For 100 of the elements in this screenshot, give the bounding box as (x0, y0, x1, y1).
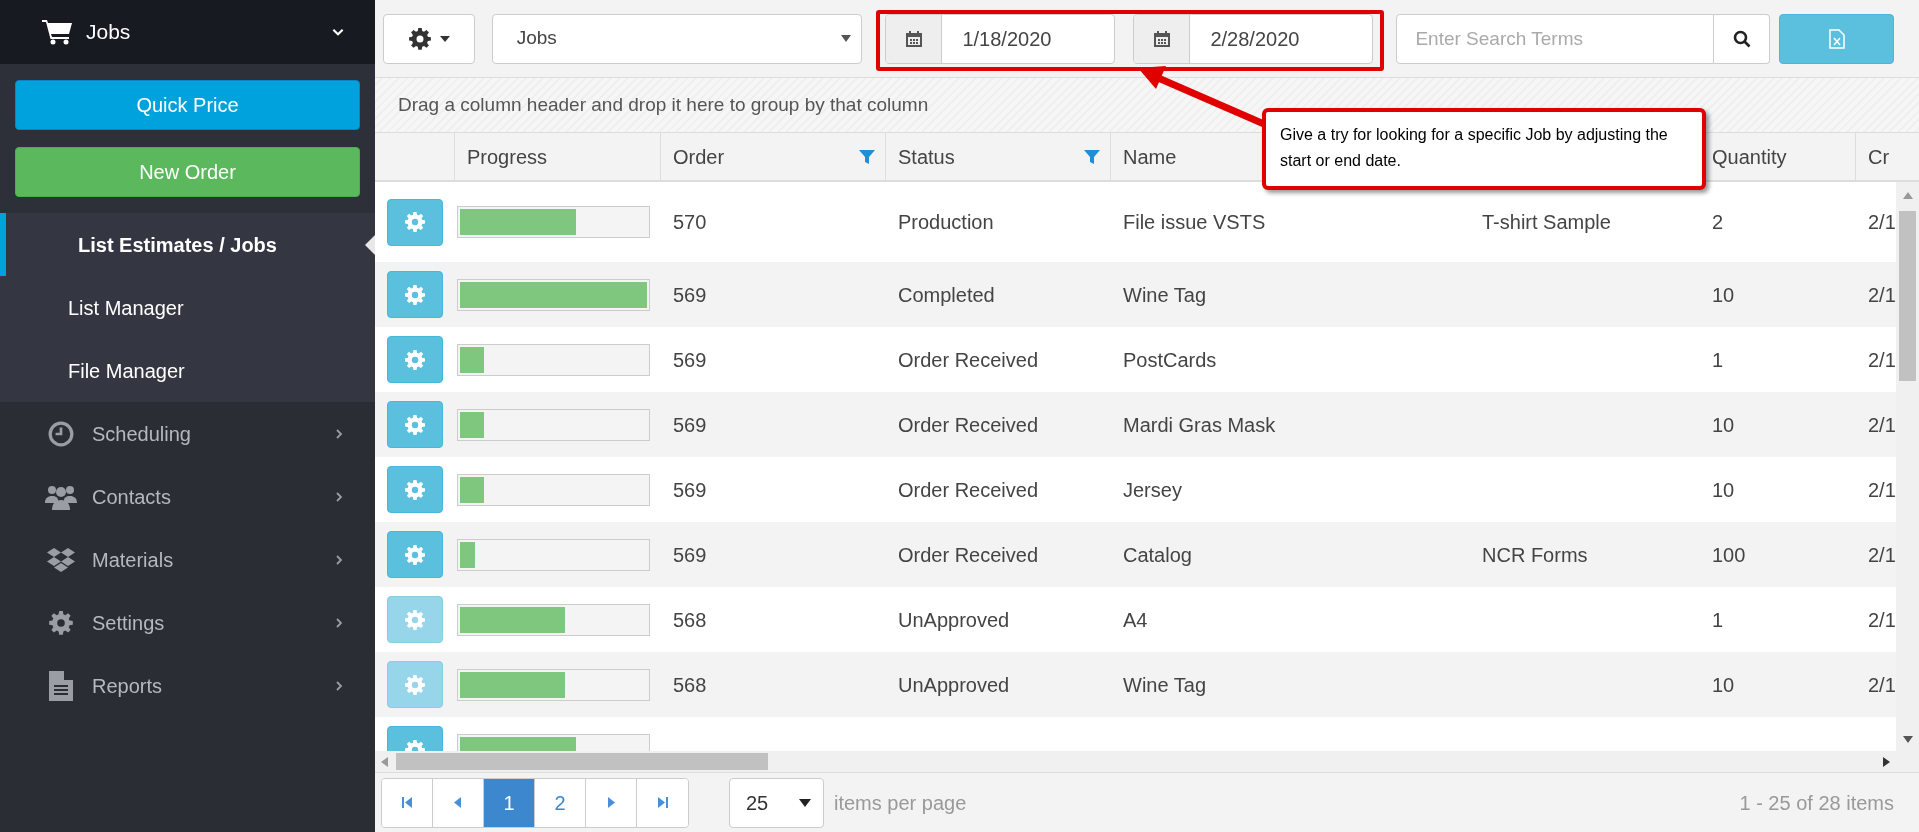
scroll-down-arrow-icon[interactable] (1902, 736, 1913, 743)
table-cell-text: 568 (673, 607, 707, 633)
table-cell-text: Jersey (1123, 477, 1182, 503)
chevron-right-icon (333, 490, 345, 503)
column-header[interactable]: Name (1123, 141, 1177, 172)
table-cell-text: Production (898, 210, 994, 235)
row-settings-button[interactable] (387, 271, 443, 318)
table-cell-text: 570 (673, 210, 707, 235)
table-cell-text: 1 (1712, 347, 1724, 373)
gear-icon (404, 478, 426, 501)
page-button[interactable]: 2 (535, 778, 586, 827)
scrollbar-thumb[interactable] (1899, 211, 1916, 381)
sidebar-item[interactable]: Scheduling (0, 402, 375, 465)
gear-icon (404, 673, 426, 696)
row-settings-button[interactable] (387, 466, 443, 513)
table-cell-text: 2/1 (1868, 477, 1896, 503)
sidebar-item-label: Settings (92, 610, 166, 636)
column-header[interactable]: Status (898, 141, 955, 172)
column-header[interactable]: Quantity (1712, 141, 1787, 172)
sidebar-item-label: Scheduling (92, 421, 192, 447)
pager-summary: 1 - 25 of 28 items (1739, 790, 1894, 816)
vertical-scrollbar[interactable] (1896, 182, 1919, 751)
table-cell-text: Order Received (898, 347, 1039, 373)
last-page-button[interactable] (637, 778, 688, 827)
submenu-item[interactable]: List Manager (0, 276, 375, 339)
row-settings-button[interactable] (387, 336, 443, 383)
previous-page-icon (452, 797, 464, 808)
page-button[interactable]: 1 (484, 778, 535, 827)
table-cell-text: 2/1 (1868, 412, 1896, 438)
scroll-right-arrow-icon[interactable] (1883, 756, 1890, 767)
settings-dropdown-button[interactable] (383, 13, 475, 64)
table-cell-text: Mardi Gras Mask (1123, 412, 1276, 438)
excel-file-icon (1828, 28, 1845, 49)
start-date-picker[interactable]: 1/18/2020 (885, 13, 1116, 64)
calendar-icon (904, 29, 923, 48)
gear-icon (404, 348, 426, 371)
table-cell-text: 568 (673, 672, 707, 698)
end-date-picker[interactable]: 2/28/2020 (1133, 13, 1374, 64)
sidebar-item[interactable]: Settings (0, 591, 375, 654)
sidebar-item-label: Contacts (92, 484, 172, 510)
sidebar-item-label: Materials (92, 547, 175, 573)
table-cell-text: 2/1 (1868, 672, 1896, 698)
chevron-right-icon (333, 553, 345, 566)
items-per-page-label: items per page (834, 790, 967, 816)
page-size-dropdown[interactable]: 25 (729, 777, 824, 828)
group-hint: Drag a column header and drop it here to group by that column (398, 92, 929, 117)
table-cell-text: T-shirt Sample (1482, 210, 1611, 235)
first-page-icon (401, 797, 413, 808)
previous-page-button[interactable] (433, 778, 484, 827)
table-cell-text: 2/1 (1868, 542, 1896, 568)
scrollbar-thumb[interactable] (396, 753, 768, 770)
gear-icon (407, 26, 432, 51)
submenu-item[interactable]: File Manager (0, 339, 375, 402)
gear-icon (404, 543, 426, 566)
table-cell-text: 569 (673, 477, 707, 503)
table-cell-text: 10 (1712, 282, 1735, 308)
row-settings-button[interactable] (387, 531, 443, 578)
caret-icon (439, 35, 450, 42)
first-page-button[interactable] (382, 778, 433, 827)
table-cell-text: File issue VSTS (1123, 210, 1266, 235)
gear-icon (404, 283, 426, 306)
table-cell-text: 10 (1712, 412, 1735, 438)
sidebar-item[interactable]: Materials (0, 528, 375, 591)
table-cell-text: Order Received (898, 412, 1039, 438)
row-settings-button[interactable] (387, 401, 443, 448)
table-cell-text: UnApproved (898, 607, 1010, 633)
document-icon (49, 670, 73, 701)
caret-icon (841, 35, 852, 42)
calendar-icon (1152, 29, 1171, 48)
sidebar-item-label: Reports (92, 673, 164, 699)
column-header[interactable]: Progress (467, 141, 548, 172)
cart-icon (42, 19, 72, 45)
box-stack-icon (47, 546, 75, 573)
view-dropdown[interactable]: Jobs (491, 13, 863, 64)
column-header[interactable]: Cr (1868, 141, 1890, 172)
clock-icon (48, 420, 74, 447)
scroll-up-arrow-icon[interactable] (1902, 192, 1913, 199)
scroll-left-arrow-icon[interactable] (381, 756, 388, 767)
search-button[interactable] (1714, 13, 1771, 64)
table-cell-text: NCR Forms (1482, 542, 1588, 568)
annotation-callout: Give a try for looking for a specific Job by adjusting the start or end date. (1262, 108, 1706, 190)
export-excel-button[interactable] (1779, 13, 1894, 64)
sidebar-header[interactable]: Jobs (0, 0, 375, 64)
table-cell-text: Wine Tag (1123, 282, 1206, 308)
horizontal-scrollbar[interactable] (375, 751, 1919, 773)
sidebar-item[interactable]: Contacts (0, 465, 375, 528)
table-cell-text: A4 (1123, 607, 1148, 633)
table-cell-text: PostCards (1123, 347, 1217, 373)
row-settings-button[interactable] (387, 198, 443, 246)
table-cell-text: 2/1 (1868, 210, 1896, 235)
next-page-icon (605, 797, 617, 808)
caret-icon (799, 798, 811, 807)
table-cell-text: Wine Tag (1123, 672, 1206, 698)
table-cell-text: 569 (673, 412, 707, 438)
next-page-button[interactable] (586, 778, 637, 827)
sidebar-item[interactable]: Reports (0, 654, 375, 717)
column-header[interactable]: Order (673, 141, 725, 172)
search-field[interactable]: Enter Search Terms (1396, 13, 1715, 64)
chevron-right-icon (333, 616, 345, 629)
chevron-right-icon (333, 679, 345, 692)
